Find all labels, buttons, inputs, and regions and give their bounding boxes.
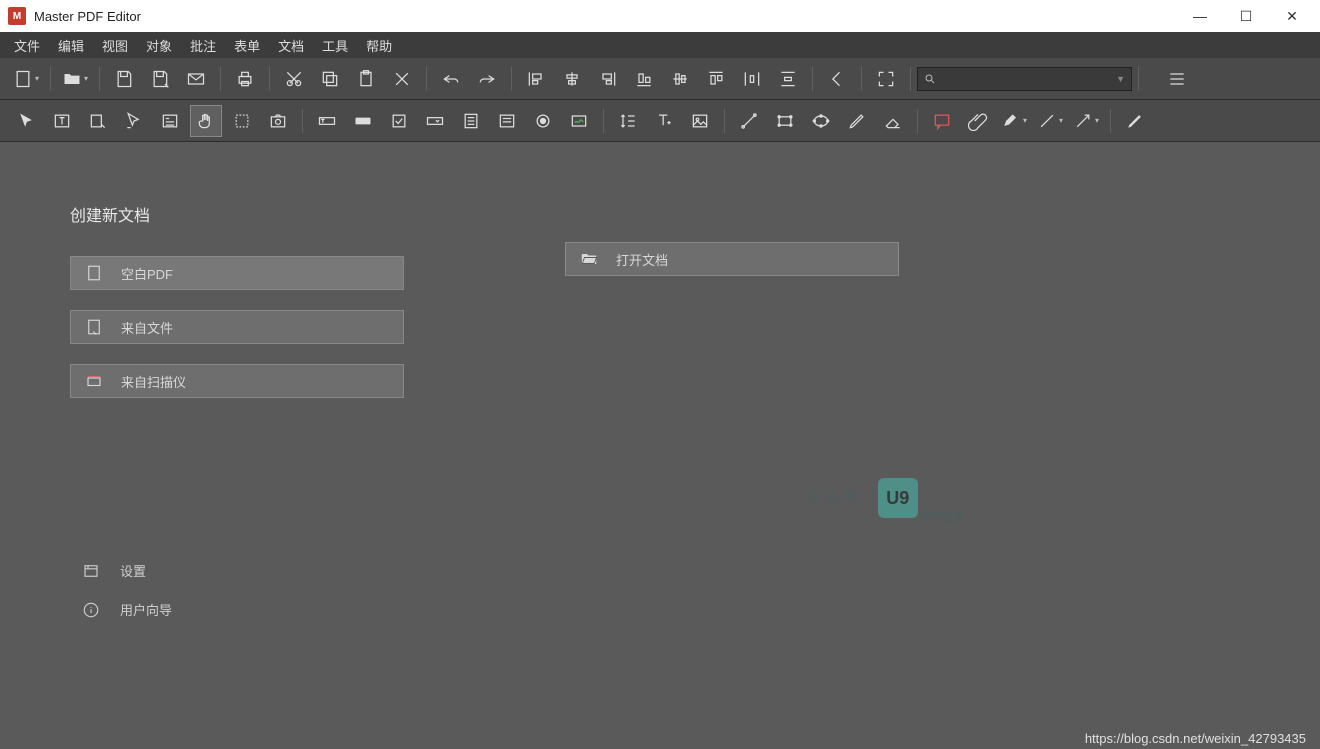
snapshot-button[interactable] [262, 105, 294, 137]
search-input[interactable]: ▼ [917, 67, 1132, 91]
from-file-label: 来自文件 [121, 318, 173, 337]
menu-file[interactable]: 文件 [6, 34, 48, 57]
print-button[interactable] [229, 63, 261, 95]
blank-pdf-button[interactable]: 空白PDF [70, 256, 404, 290]
open-document-label: 打开文档 [616, 250, 668, 269]
button-field-button[interactable] [347, 105, 379, 137]
close-button[interactable]: ✕ [1278, 8, 1306, 25]
comment-tool-button[interactable] [926, 105, 958, 137]
align-top-button[interactable] [700, 63, 732, 95]
save-as-button[interactable] [144, 63, 176, 95]
insert-image-button[interactable] [684, 105, 716, 137]
align-center-h-button[interactable] [556, 63, 588, 95]
distribute-v-button[interactable] [772, 63, 804, 95]
prev-page-button[interactable] [821, 63, 853, 95]
start-screen: 创建新文档 空白PDF 来自文件 来自扫描仪 设置 用户向导 [0, 142, 1320, 729]
source-url-text: https://blog.csdn.net/weixin_42793435 [1085, 731, 1306, 746]
settings-label: 设置 [120, 561, 146, 580]
open-document-button[interactable]: 打开文档 [565, 242, 899, 276]
align-left-button[interactable] [520, 63, 552, 95]
paste-button[interactable] [350, 63, 382, 95]
statusbar: https://blog.csdn.net/weixin_42793435 [0, 727, 1320, 749]
watermark-label: 公 众 号： [808, 488, 872, 508]
menu-edit[interactable]: 编辑 [50, 34, 92, 57]
menu-comment[interactable]: 批注 [182, 34, 224, 57]
line-annot-button[interactable]: ▾ [1034, 105, 1066, 137]
form-edit-button[interactable] [154, 105, 186, 137]
menu-view[interactable]: 视图 [94, 34, 136, 57]
fit-page-button[interactable] [870, 63, 902, 95]
pointer-tool-button[interactable] [10, 105, 42, 137]
line-spacing-button[interactable] [612, 105, 644, 137]
attachment-tool-button[interactable] [962, 105, 994, 137]
redo-button[interactable] [471, 63, 503, 95]
vector-select-button[interactable] [118, 105, 150, 137]
checkbox-field-button[interactable] [383, 105, 415, 137]
cut-button[interactable] [278, 63, 310, 95]
hand-tool-button[interactable] [190, 105, 222, 137]
radio-field-button[interactable] [527, 105, 559, 137]
user-guide-label: 用户向导 [120, 600, 172, 619]
object-edit-button[interactable] [82, 105, 114, 137]
arrow-annot-button[interactable]: ▾ [1070, 105, 1102, 137]
save-button[interactable] [108, 63, 140, 95]
highlight-tool-button[interactable]: ▾ [998, 105, 1030, 137]
line-tool-button[interactable] [733, 105, 765, 137]
rectangle-tool-button[interactable] [769, 105, 801, 137]
hamburger-menu-button[interactable] [1161, 63, 1193, 95]
distribute-h-button[interactable] [736, 63, 768, 95]
from-file-button[interactable]: 来自文件 [70, 310, 404, 344]
app-logo-icon: M [8, 7, 26, 25]
listbox-field-button[interactable] [455, 105, 487, 137]
maximize-button[interactable]: ☐ [1232, 8, 1260, 25]
listbox2-field-button[interactable] [491, 105, 523, 137]
menubar: 文件 编辑 视图 对象 批注 表单 文档 工具 帮助 [0, 32, 1320, 58]
insert-text-button[interactable] [648, 105, 680, 137]
signature-field-button[interactable] [563, 105, 595, 137]
menu-help[interactable]: 帮助 [358, 34, 400, 57]
select-area-button[interactable] [226, 105, 258, 137]
minimize-button[interactable]: — [1186, 8, 1214, 25]
watermark-badge: U9 软件宝库 [878, 478, 918, 518]
watermark: 公 众 号： U9 软件宝库 [808, 478, 918, 518]
email-button[interactable] [180, 63, 212, 95]
new-file-button[interactable]: ▾ [10, 63, 42, 95]
align-right-button[interactable] [592, 63, 624, 95]
pencil-tool-button[interactable] [841, 105, 873, 137]
from-scanner-button[interactable]: 来自扫描仪 [70, 364, 404, 398]
settings-link[interactable]: 设置 [70, 561, 172, 580]
open-folder-button[interactable]: ▾ [59, 63, 91, 95]
menu-document[interactable]: 文档 [270, 34, 312, 57]
ellipse-tool-button[interactable] [805, 105, 837, 137]
create-document-heading: 创建新文档 [70, 202, 1250, 226]
menu-form[interactable]: 表单 [226, 34, 268, 57]
blank-pdf-label: 空白PDF [121, 264, 173, 283]
user-guide-link[interactable]: 用户向导 [70, 600, 172, 619]
toolbar-tools: ▾ ▾ ▾ [0, 100, 1320, 142]
dropdown-field-button[interactable] [419, 105, 451, 137]
stamp-tool-button[interactable] [1119, 105, 1151, 137]
from-scanner-label: 来自扫描仪 [121, 372, 186, 391]
app-title: Master PDF Editor [34, 9, 1186, 24]
text-edit-button[interactable] [46, 105, 78, 137]
titlebar: M Master PDF Editor — ☐ ✕ [0, 0, 1320, 32]
delete-button[interactable] [386, 63, 418, 95]
eraser-tool-button[interactable] [877, 105, 909, 137]
menu-tools[interactable]: 工具 [314, 34, 356, 57]
menu-object[interactable]: 对象 [138, 34, 180, 57]
toolbar-main: ▾ ▾ ▼ [0, 58, 1320, 100]
align-center-v-button[interactable] [664, 63, 696, 95]
align-bottom-button[interactable] [628, 63, 660, 95]
undo-button[interactable] [435, 63, 467, 95]
copy-button[interactable] [314, 63, 346, 95]
textfield-button[interactable] [311, 105, 343, 137]
watermark-sub: 软件宝库 [920, 508, 964, 524]
